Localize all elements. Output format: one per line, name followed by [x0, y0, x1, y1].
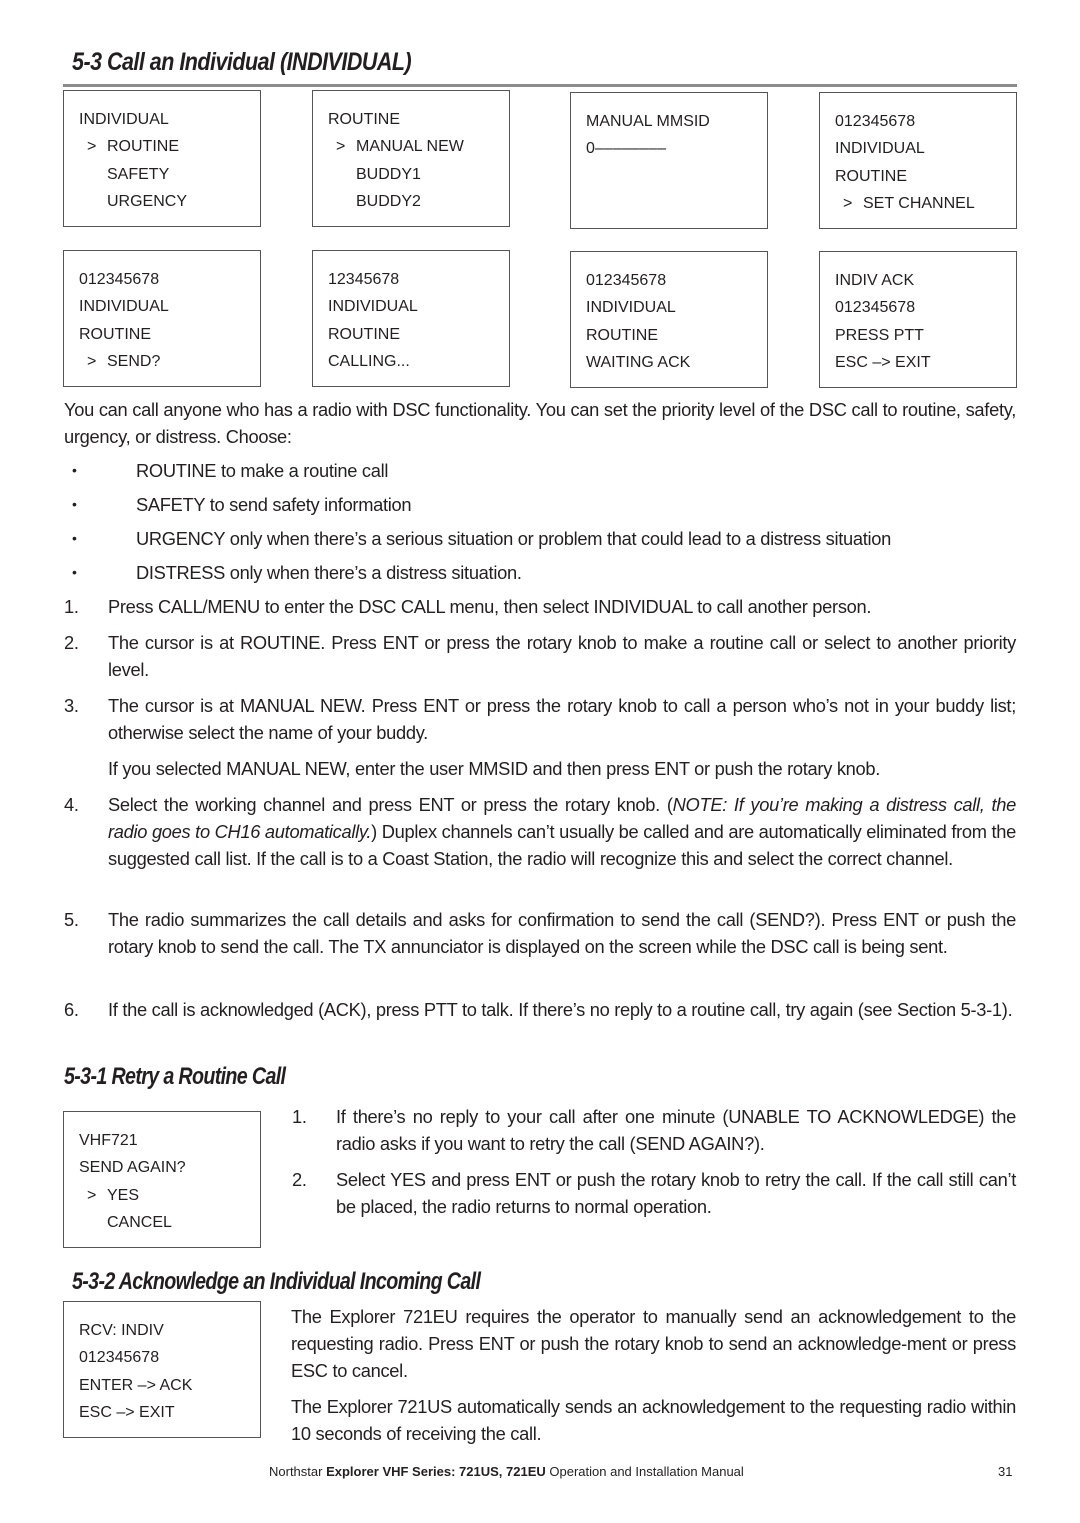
lcd-line: ROUTINE: [586, 326, 658, 344]
section-title: 5-3 Call an Individual (INDIVIDUAL): [72, 48, 412, 76]
lcd-line: INDIVIDUAL: [79, 111, 169, 128]
lcd-line: 12345678: [328, 271, 400, 288]
lcd-line: ESC –> EXIT: [835, 353, 931, 371]
section-divider: [63, 84, 1017, 87]
lcd-line: BUDDY2: [356, 192, 421, 210]
lcd-line: INDIVIDUAL: [586, 299, 676, 317]
lcd-line: CANCEL: [107, 1213, 172, 1231]
lcd-line: 012345678: [835, 113, 916, 130]
bullet-icon: •: [72, 564, 77, 580]
lcd-line-selected: SET CHANNEL: [835, 190, 1016, 217]
lcd-line: 012345678: [79, 1349, 160, 1367]
footer-product: Explorer VHF Series: 721US, 721EU: [326, 1464, 546, 1479]
lcd-line: WAITING ACK: [586, 353, 691, 371]
lcd-line: ROUTINE: [328, 325, 400, 343]
lcd-line: MANUAL MMSID: [586, 113, 710, 130]
lcd-line: ESC –> EXIT: [79, 1403, 175, 1421]
lcd-line: RCV: INDIV: [79, 1322, 164, 1339]
footer-brand: Northstar: [269, 1464, 323, 1479]
lcd-line: SAFETY: [107, 165, 170, 183]
lcd-line: INDIV ACK: [835, 272, 915, 289]
intro-paragraph: You can call anyone who has a radio with…: [64, 399, 1016, 447]
acknowledge-paragraph-eu: The Explorer 721EU requires the operator…: [291, 1306, 1016, 1381]
lcd-line-selected: SEND?: [79, 348, 260, 375]
lcd-line-selected: MANUAL NEW: [328, 133, 509, 160]
acknowledge-paragraph-us: The Explorer 721US automatically sends a…: [291, 1396, 1016, 1444]
lcd-line: ROUTINE: [328, 111, 400, 128]
lcd-line: 012345678: [586, 272, 667, 289]
lcd-line-selected: YES: [79, 1182, 260, 1209]
page-number: 31: [998, 1464, 1013, 1479]
lcd-screen-send: 012345678 INDIVIDUAL ROUTINE SEND?: [63, 250, 261, 387]
lcd-screen-calling: 12345678 INDIVIDUAL ROUTINE CALLING...: [312, 250, 510, 387]
lcd-line: PRESS PTT: [835, 326, 924, 344]
subsection-title-retry: 5-3-1 Retry a Routine Call: [64, 1063, 286, 1090]
lcd-screen-set-channel: 012345678 INDIVIDUAL ROUTINE SET CHANNEL: [819, 92, 1017, 229]
lcd-line: INDIVIDUAL: [79, 298, 169, 316]
lcd-line: 0––––––––: [586, 140, 667, 158]
lcd-line: ROUTINE: [79, 325, 151, 343]
lcd-line: 012345678: [835, 299, 916, 317]
bullet-icon: •: [72, 496, 77, 512]
lcd-line: INDIVIDUAL: [328, 298, 418, 316]
lcd-line-selected: ROUTINE: [79, 133, 260, 160]
subsection-title-acknowledge: 5-3-2 Acknowledge an Individual Incoming…: [72, 1268, 481, 1295]
lcd-line: ROUTINE: [835, 167, 907, 185]
lcd-screen-send-again: VHF721 SEND AGAIN? YES CANCEL: [63, 1111, 261, 1248]
lcd-line: BUDDY1: [356, 165, 421, 183]
lcd-screen-indiv-ack: INDIV ACK 012345678 PRESS PTT ESC –> EXIT: [819, 251, 1017, 388]
lcd-line: 012345678: [79, 271, 160, 288]
lcd-screen-manual-mmsid: MANUAL MMSID 0––––––––: [570, 92, 768, 229]
lcd-screen-rcv-indiv: RCV: INDIV 012345678 ENTER –> ACK ESC –> EX…: [63, 1301, 261, 1438]
lcd-line: INDIVIDUAL: [835, 140, 925, 158]
lcd-screen-individual-menu: INDIVIDUAL ROUTINE SAFETY URGENCY: [63, 90, 261, 227]
page-footer: Northstar Explorer VHF Series: 721US, 72…: [269, 1464, 744, 1479]
lcd-screen-routine-menu: ROUTINE MANUAL NEW BUDDY1 BUDDY2: [312, 90, 510, 227]
lcd-line: URGENCY: [107, 192, 188, 210]
bullet-icon: •: [72, 462, 77, 478]
footer-manual: Operation and Installation Manual: [549, 1464, 744, 1479]
lcd-line: ENTER –> ACK: [79, 1376, 193, 1394]
lcd-line: CALLING...: [328, 352, 410, 370]
lcd-screen-waiting-ack: 012345678 INDIVIDUAL ROUTINE WAITING ACK: [570, 251, 768, 388]
bullet-icon: •: [72, 530, 77, 546]
lcd-line: SEND AGAIN?: [79, 1159, 186, 1177]
lcd-line: VHF721: [79, 1132, 138, 1149]
